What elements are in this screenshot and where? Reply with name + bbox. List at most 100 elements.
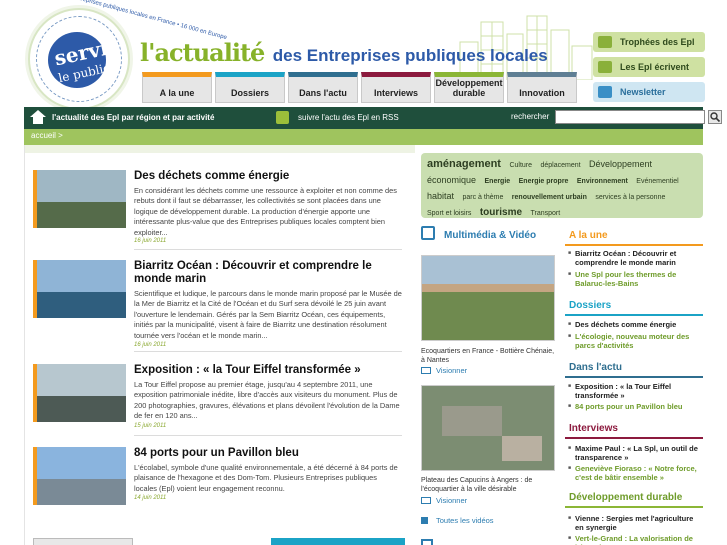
news-item[interactable]: Biarritz Océan : Découvrir et comprendre… [568, 249, 703, 267]
search-button[interactable] [708, 110, 722, 124]
tag-link[interactable]: déplacement [540, 162, 580, 169]
servir-le-public-logo[interactable]: • 1 100 entreprises publiques locales en… [28, 0, 227, 110]
article-date: 16 juin 2011 [134, 342, 167, 348]
tag-link[interactable]: Evénementiel [636, 178, 678, 185]
news-section-title[interactable]: Développement durable [569, 492, 682, 503]
video-caption: Plateau des Capucins à Angers : de l'éco… [421, 477, 533, 493]
article-item: Des déchets comme énergie En considérant… [33, 170, 409, 250]
rss-link[interactable]: suivre l'actu des Epl en RSS [298, 113, 399, 122]
article-title[interactable]: Exposition : « la Tour Eiffel transformé… [134, 364, 404, 377]
article-title[interactable]: Biarritz Océan : Découvrir et comprendre… [134, 260, 404, 286]
video-link[interactable]: Visionner [436, 366, 467, 375]
news-item[interactable]: Exposition : « la Tour Eiffel transformé… [568, 382, 703, 400]
tag-link[interactable]: tourisme [480, 207, 522, 218]
news-item[interactable]: Vienne : Sergies met l'agriculture en sy… [568, 514, 703, 532]
article-thumbnail[interactable] [33, 260, 126, 318]
tab-label: Innovation [519, 88, 565, 98]
tag-link[interactable]: Sport et loisirs [427, 210, 471, 217]
pen-icon [598, 61, 612, 73]
news-section-title[interactable]: Interviews [569, 423, 618, 434]
tab-label: Dossiers [230, 88, 270, 98]
tag-link[interactable]: parc à thème [462, 194, 503, 201]
article-item: Biarritz Océan : Découvrir et comprendre… [33, 260, 409, 352]
article-date: 15 juin 2011 [134, 423, 167, 429]
play-icon [421, 497, 431, 504]
article-item: Exposition : « la Tour Eiffel transformé… [33, 364, 409, 444]
rss-icon[interactable] [276, 111, 289, 124]
article-summary: Scientifique et ludique, le parcours dan… [134, 289, 402, 340]
search-icon [710, 112, 721, 123]
article-thumbnail[interactable] [33, 170, 126, 228]
tag-link[interactable]: habitat [427, 191, 454, 201]
news-section-rule [565, 244, 703, 246]
search-input[interactable] [555, 110, 705, 124]
news-section-rule [565, 437, 703, 439]
news-section-title[interactable]: Dossiers [569, 300, 611, 311]
news-item[interactable]: L'écologie, nouveau moteur des parcs d'a… [568, 332, 703, 350]
article-separator [134, 435, 402, 436]
newsletter-icon [598, 86, 612, 98]
pager-button[interactable] [33, 538, 133, 545]
news-item[interactable]: Une Spl pour les thermes de Balaruc-les-… [568, 270, 703, 288]
tag-link[interactable]: services à la personne [595, 194, 665, 201]
tab-label: A la une [159, 88, 195, 98]
tag-link[interactable]: renouvellement urbain [512, 194, 587, 201]
tab-label: Dans l'actu [299, 88, 347, 98]
grid-icon [421, 517, 428, 524]
article-summary: La Tour Eiffel propose au premier étage,… [134, 380, 400, 421]
tab-a-la-une[interactable]: A la une [142, 72, 212, 103]
search-label: rechercher [511, 112, 550, 121]
tv-icon [421, 226, 435, 240]
top-toolbar: l'actualité des Epl par région et par ac… [24, 107, 722, 129]
tag-cloud: aménagement Culture déplacement Développ… [421, 153, 703, 218]
article-thumbnail[interactable] [33, 364, 126, 422]
epl-ecrivent-button[interactable]: Les Epl écrivent [593, 57, 705, 77]
tab-interviews[interactable]: Interviews [361, 72, 431, 103]
video-link[interactable]: Visionner [436, 496, 467, 505]
tag-link[interactable]: Energie [485, 178, 511, 185]
tab-dossiers[interactable]: Dossiers [215, 72, 285, 103]
news-item[interactable]: 84 ports pour un Pavillon bleu [568, 402, 703, 411]
tag-link[interactable]: Environnement [577, 178, 628, 185]
tag-link[interactable]: Culture [509, 162, 532, 169]
article-title[interactable]: 84 ports pour un Pavillon bleu [134, 447, 404, 460]
news-column: A la une Biarritz Océan : Découvrir et c… [565, 226, 703, 545]
news-section-title[interactable]: Dans l'actu [569, 362, 622, 373]
more-articles-button[interactable] [271, 538, 405, 545]
breadcrumb-home-link[interactable]: accueil > [31, 131, 63, 140]
all-videos-link[interactable]: Toutes les vidéos [436, 516, 494, 525]
newsletter-button[interactable]: Newsletter [593, 82, 705, 102]
video-thumbnail[interactable] [421, 385, 555, 471]
tag-link[interactable]: aménagement [427, 158, 501, 170]
tab-developpement-durable[interactable]: Développement durable [434, 72, 504, 103]
article-date: 16 juin 2011 [134, 238, 167, 244]
site-title-part1: l'actualité [140, 38, 265, 67]
article-title[interactable]: Des déchets comme énergie [134, 170, 404, 183]
article-list: Des déchets comme énergie En considérant… [24, 145, 415, 545]
tab-innovation[interactable]: Innovation [507, 72, 577, 103]
region-activity-link[interactable]: l'actualité des Epl par région et par ac… [52, 113, 214, 122]
multimedia-title: Multimédia & Vidéo [444, 230, 537, 241]
article-thumbnail[interactable] [33, 447, 126, 505]
tab-dans-l-actu[interactable]: Dans l'actu [288, 72, 358, 103]
tag-link[interactable]: économique [427, 175, 476, 185]
article-date: 14 juin 2011 [134, 495, 167, 501]
news-section-rule [565, 506, 703, 508]
play-icon [421, 367, 431, 374]
newsletter-label: Newsletter [620, 87, 666, 97]
home-icon[interactable] [30, 110, 46, 124]
site-title: l'actualité des Entreprises publiques lo… [140, 38, 548, 67]
news-section-title[interactable]: A la une [569, 230, 608, 241]
trophees-label: Trophées des Epl [620, 37, 695, 47]
video-thumbnail[interactable] [421, 255, 555, 341]
next-section-icon [421, 539, 433, 545]
tag-link[interactable]: Energie propre [519, 178, 569, 185]
news-item[interactable]: Vert-le-Grand : La valorisation de l'éne… [568, 534, 703, 545]
tag-link[interactable]: Transport [531, 210, 561, 217]
news-item[interactable]: Maxime Paul : « La Spl, un outil de tran… [568, 444, 703, 462]
epl-ecrivent-label: Les Epl écrivent [620, 62, 690, 72]
trophees-button[interactable]: Trophées des Epl [593, 32, 705, 52]
tag-link[interactable]: Développement [589, 159, 652, 169]
news-item[interactable]: Geneviève Fioraso : « Notre force, c'est… [568, 464, 703, 482]
news-item[interactable]: Des déchets comme énergie [568, 320, 703, 329]
